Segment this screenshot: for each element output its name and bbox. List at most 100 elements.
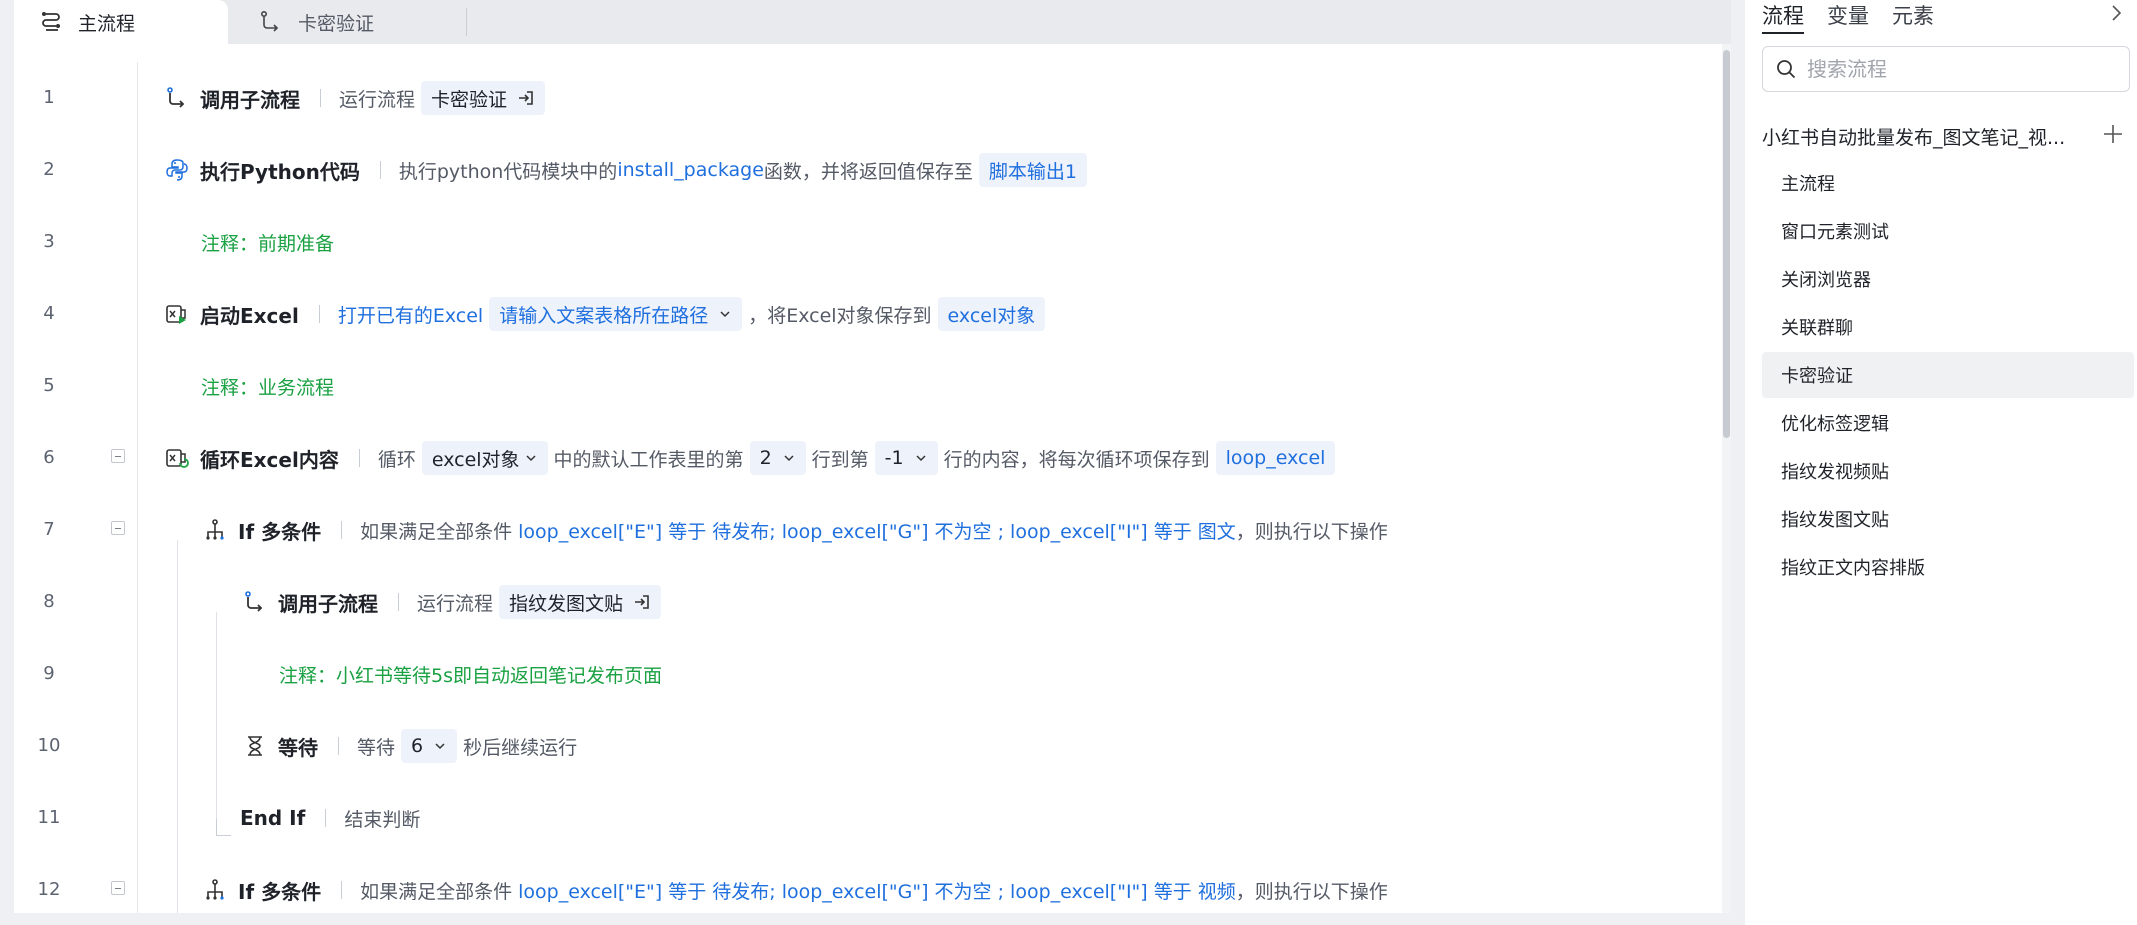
flow-item[interactable]: 关联群聊 xyxy=(1762,304,2134,350)
start-row-dropdown[interactable]: 2 xyxy=(749,441,806,475)
scrollbar-thumb[interactable] xyxy=(1723,50,1730,438)
tab-elements[interactable]: 元素 xyxy=(1892,0,1934,32)
enter-icon xyxy=(633,593,651,611)
command-text: 如果满足全部条件 xyxy=(360,520,513,543)
loop-variable-chip[interactable]: loop_excel xyxy=(1215,441,1336,475)
search-box[interactable] xyxy=(1762,46,2130,92)
chip-label: 请输入文案表格所在路径 xyxy=(499,304,709,327)
command-title: 启动Excel xyxy=(200,303,299,328)
subflow-icon xyxy=(164,85,190,111)
search-icon xyxy=(1775,58,1797,80)
comment-text: 注释：业务流程 xyxy=(201,376,335,399)
line-number: 9 xyxy=(43,663,55,684)
code-line[interactable]: 8 调用子流程 运行流程 指纹发图文贴 xyxy=(14,566,1714,638)
chevron-down-icon xyxy=(524,451,538,465)
command-title: If 多条件 xyxy=(238,519,322,544)
condition-expression[interactable]: loop_excel["E"] 等于 待发布; loop_excel["G"] … xyxy=(518,877,1236,904)
collapse-toggle[interactable] xyxy=(111,881,125,895)
command-text: 结束判断 xyxy=(344,808,421,831)
end-row-dropdown[interactable]: -1 xyxy=(874,441,938,475)
wait-seconds-dropdown[interactable]: 6 xyxy=(401,729,458,763)
flow-item[interactable]: 指纹发视频贴 xyxy=(1762,448,2134,494)
chevron-down-icon xyxy=(433,739,447,753)
line-number: 5 xyxy=(43,375,55,396)
command-text: 运行流程 xyxy=(339,88,416,111)
path-dropdown[interactable]: 请输入文案表格所在路径 xyxy=(489,297,743,331)
branch-icon xyxy=(202,517,228,543)
command-text: 执行python代码模块中的 xyxy=(398,160,618,183)
flow-item[interactable]: 指纹正文内容排版 xyxy=(1762,544,2134,590)
comment-text: 注释：前期准备 xyxy=(201,232,335,255)
flow-item-main[interactable]: 主流程 xyxy=(1762,160,2134,206)
code-line[interactable]: 9 注释：小红书等待5s即自动返回笔记发布页面 xyxy=(14,638,1714,710)
subflow-icon xyxy=(258,9,284,35)
code-line[interactable]: 3 注释：前期准备 xyxy=(14,206,1714,278)
output-variable-chip[interactable]: excel对象 xyxy=(937,297,1046,331)
collapse-toggle[interactable] xyxy=(111,521,125,535)
chip-label: 指纹发图文贴 xyxy=(509,592,624,615)
command-title: 循环Excel内容 xyxy=(200,447,339,472)
hourglass-icon xyxy=(242,733,268,759)
right-panel: 流程 变量 元素 小红书自动批量发布_图文笔记_视... 主流程 窗口元素测试 … xyxy=(1745,0,2137,925)
separator xyxy=(358,449,360,467)
code-line[interactable]: 10 等待 等待 6 秒后继续运行 xyxy=(14,710,1714,782)
flow-item[interactable]: 优化标签逻辑 xyxy=(1762,400,2134,446)
code-line[interactable]: 11 End If 结束判断 xyxy=(14,782,1714,854)
code-line[interactable]: 2 执行Python代码 执行python代码模块中的 install_pack… xyxy=(14,134,1714,206)
function-name: install_package xyxy=(617,159,764,181)
line-number: 3 xyxy=(43,231,55,252)
line-number: 6 xyxy=(43,447,55,468)
separator xyxy=(320,89,321,107)
output-variable-chip[interactable]: 脚本输出1 xyxy=(978,153,1088,187)
code-line[interactable]: 7 If 多条件 如果满足全部条件 loop_excel["E"] 等于 待发布… xyxy=(14,494,1714,566)
separator xyxy=(398,593,399,611)
command-text: 运行流程 xyxy=(417,592,494,615)
separator xyxy=(379,161,381,179)
subflow-icon xyxy=(242,589,268,615)
open-mode-link[interactable]: 打开已有的Excel xyxy=(338,301,483,328)
tab-main-flow[interactable]: 主流程 xyxy=(14,0,228,44)
flow-item-selected[interactable]: 卡密验证 xyxy=(1762,352,2134,398)
command-text: 循环 xyxy=(377,448,416,471)
command-text: ，将Excel对象保存到 xyxy=(748,304,932,327)
branch-icon xyxy=(202,877,228,903)
line-number: 11 xyxy=(37,807,61,828)
flow-icon xyxy=(38,9,64,35)
code-line[interactable]: 12 If 多条件 如果满足全部条件 loop_excel["E"] 等于 待发… xyxy=(14,854,1714,913)
command-title: 执行Python代码 xyxy=(200,159,360,184)
comment-text: 注释：小红书等待5s即自动返回笔记发布页面 xyxy=(279,664,662,687)
flow-item[interactable]: 指纹发图文贴 xyxy=(1762,496,2134,542)
chevron-right-icon[interactable] xyxy=(2105,2,2127,24)
subflow-chip[interactable]: 卡密验证 xyxy=(421,81,546,115)
excel-object-dropdown[interactable]: excel对象 xyxy=(421,441,548,475)
chip-label: -1 xyxy=(884,447,904,469)
flow-item[interactable]: 窗口元素测试 xyxy=(1762,208,2134,254)
code-line[interactable]: 4 启动Excel 打开已有的Excel 请输入文案表格所在路径 ，将Excel… xyxy=(14,278,1714,350)
tab-subflow[interactable]: 卡密验证 xyxy=(258,0,466,44)
excel-loop-icon xyxy=(164,445,190,471)
command-text: 行的内容，将每次循环项保存到 xyxy=(943,448,1210,471)
line-number: 7 xyxy=(43,519,55,540)
command-text: 行到第 xyxy=(811,448,869,471)
tab-flows[interactable]: 流程 xyxy=(1762,0,1804,34)
tab-label: 卡密验证 xyxy=(298,12,375,35)
line-number: 1 xyxy=(43,87,55,108)
separator xyxy=(318,305,320,323)
condition-expression[interactable]: loop_excel["E"] 等于 待发布; loop_excel["G"] … xyxy=(518,517,1236,544)
tab-bar: 主流程 卡密验证 xyxy=(14,0,1731,44)
command-title: 调用子流程 xyxy=(278,591,378,616)
add-icon[interactable] xyxy=(2101,122,2125,146)
code-line[interactable]: 6 循环Excel内容 循环 excel对象 中的默认工作表里的第 2 行到第 … xyxy=(14,422,1714,494)
command-text: ，则执行以下操作 xyxy=(1235,880,1388,903)
collapse-toggle[interactable] xyxy=(111,449,125,463)
line-number: 4 xyxy=(43,303,55,324)
code-line[interactable]: 5 注释：业务流程 xyxy=(14,350,1714,422)
command-text: 如果满足全部条件 xyxy=(360,880,513,903)
enter-icon xyxy=(517,89,535,107)
separator xyxy=(338,737,339,755)
flow-item[interactable]: 关闭浏览器 xyxy=(1762,256,2134,302)
subflow-chip[interactable]: 指纹发图文贴 xyxy=(499,585,662,619)
tab-variables[interactable]: 变量 xyxy=(1827,0,1869,32)
code-line[interactable]: 1 调用子流程 运行流程 卡密验证 xyxy=(14,62,1714,134)
search-input[interactable] xyxy=(1805,56,2109,82)
